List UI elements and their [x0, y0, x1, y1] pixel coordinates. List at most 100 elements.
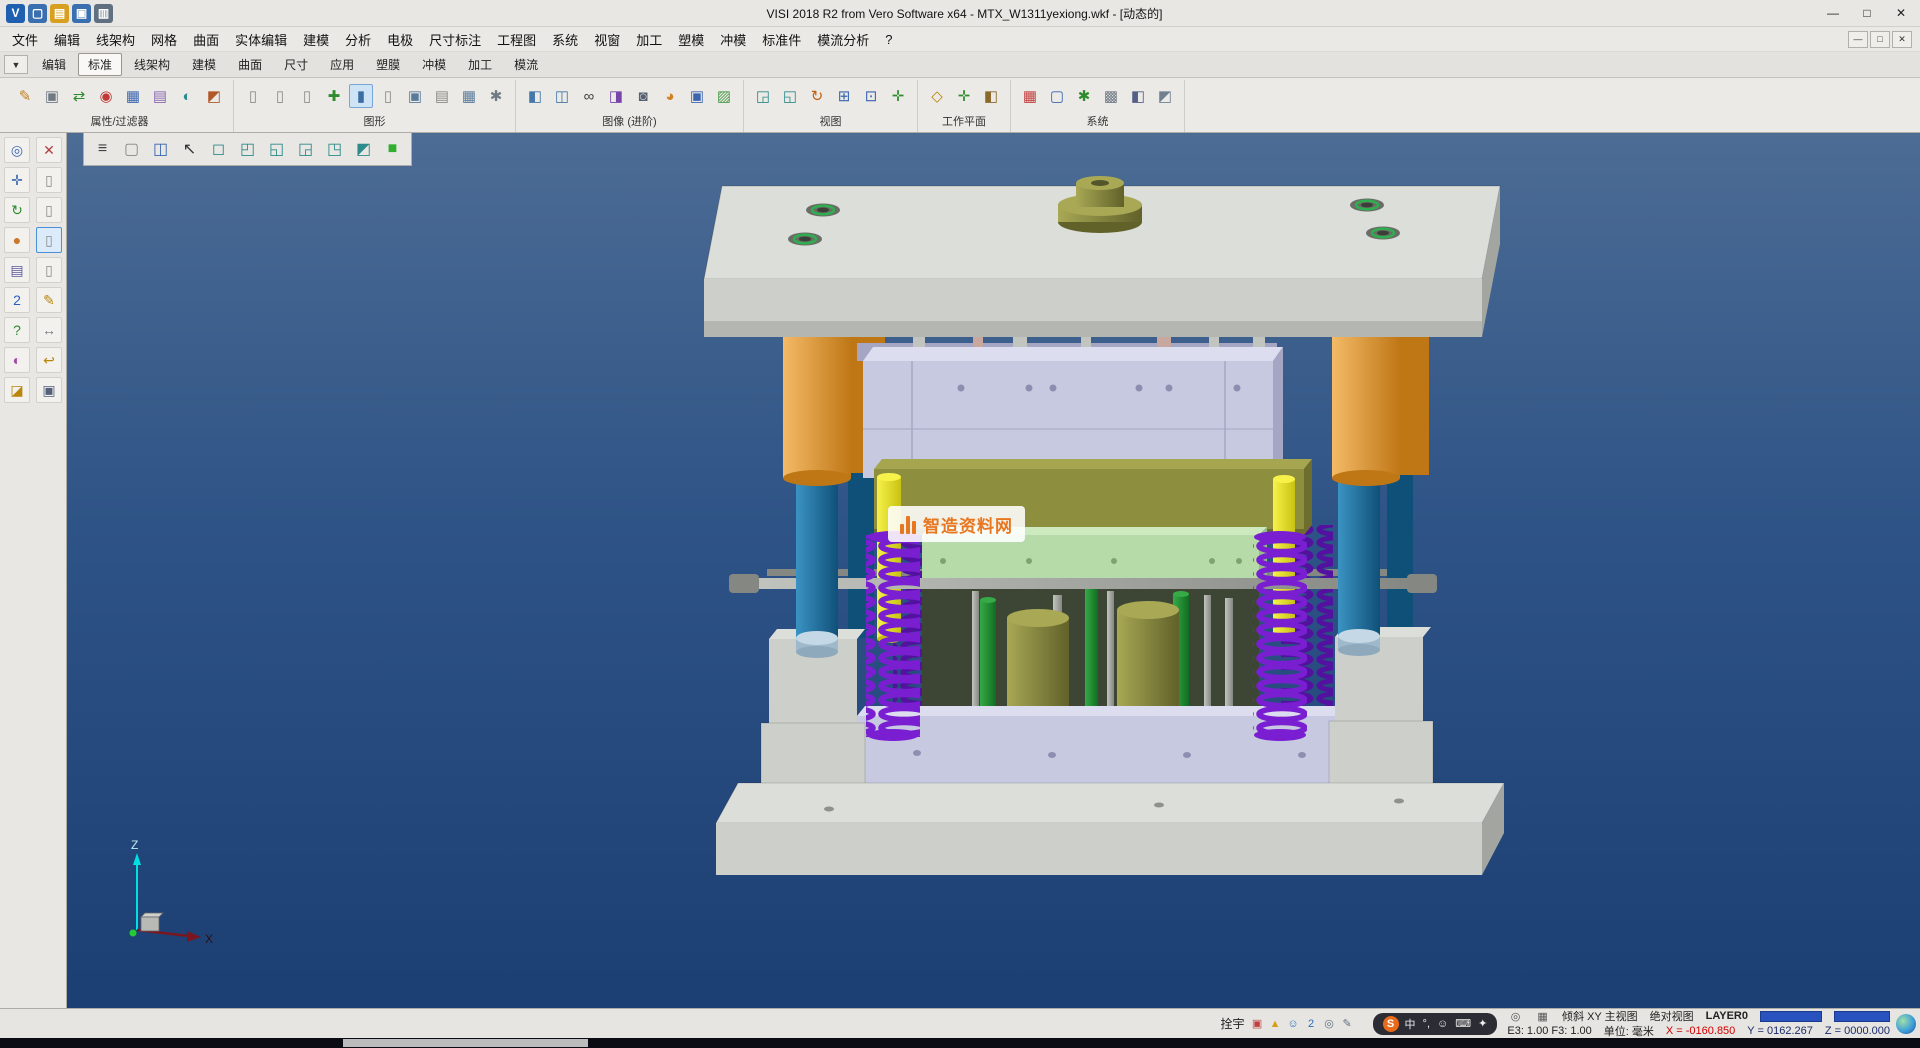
toolbar-dropdown-button[interactable]: ▼ [4, 55, 28, 74]
pencil-tool-icon[interactable]: ✎ [36, 287, 62, 313]
ime-skin-icon[interactable]: ▲ [1268, 1016, 1283, 1031]
undo-tool-icon[interactable]: ↩ [36, 347, 62, 373]
app-icon[interactable]: V [6, 4, 25, 23]
mdi-minimize-button[interactable]: — [1848, 31, 1868, 48]
ime-keyboard-icon[interactable]: ⌨ [1455, 1017, 1471, 1030]
graphics-list-icon[interactable]: ▯ [241, 84, 265, 108]
ribbon-tab[interactable]: 编辑 [32, 53, 76, 76]
close-button[interactable]: ✕ [1884, 2, 1918, 24]
snapshot-icon[interactable]: ◙ [631, 84, 655, 108]
display-mode-icon[interactable]: ◧ [1126, 84, 1150, 108]
graphics-add-icon[interactable]: ✚ [322, 84, 346, 108]
graphics-group-icon[interactable]: ▣ [403, 84, 427, 108]
new-file-icon[interactable]: ▢ [28, 4, 47, 23]
section-view-icon[interactable]: ◨ [604, 84, 628, 108]
print-icon[interactable]: ▥ [94, 4, 113, 23]
workplane-view-icon[interactable]: ◧ [979, 84, 1003, 108]
help-tool-icon[interactable]: ? [4, 317, 30, 343]
view-front-icon[interactable]: ◱ [778, 84, 802, 108]
ribbon-tab[interactable]: 尺寸 [274, 53, 318, 76]
ime-smiley-icon[interactable]: ☺ [1286, 1016, 1301, 1031]
graphics-cylinder-icon[interactable]: ▯ [268, 84, 292, 108]
zoom-fit-icon[interactable]: ⊞ [832, 84, 856, 108]
ribbon-tab[interactable]: 标准 [78, 53, 122, 76]
system-settings-icon[interactable]: ✱ [1072, 84, 1096, 108]
filter-color-icon[interactable]: ◩ [202, 84, 226, 108]
filter-elements-icon[interactable]: ◉ [94, 84, 118, 108]
export-tool-icon[interactable]: ◪ [4, 377, 30, 403]
edit-attributes-icon[interactable]: ✎ [13, 84, 37, 108]
shade-tool-icon[interactable]: ● [4, 227, 30, 253]
filter-table-icon[interactable]: ▦ [121, 84, 145, 108]
cube-section-icon[interactable]: ◩ [350, 136, 377, 162]
menu-item[interactable]: 工程图 [489, 27, 544, 52]
wireframe-icon[interactable]: ◫ [550, 84, 574, 108]
view-mode-label[interactable]: 倾斜 XY 主视图 [1562, 1008, 1638, 1024]
ime-pen-icon[interactable]: ✎ [1340, 1016, 1355, 1031]
stereo-glasses-icon[interactable]: ∞ [577, 84, 601, 108]
cut-tool-icon[interactable]: ✕ [36, 137, 62, 163]
graphics-box-icon[interactable]: ▯ [376, 84, 400, 108]
view-orbit-icon[interactable]: ◎ [1508, 1009, 1523, 1024]
save-tool-icon[interactable]: ▣ [36, 377, 62, 403]
copy-attributes-icon[interactable]: ▣ [40, 84, 64, 108]
graphics-visible-icon[interactable]: ▮ [349, 84, 373, 108]
viewport-grid-icon[interactable]: ◫ [147, 136, 174, 162]
layer-color-bar[interactable] [1760, 1011, 1822, 1022]
menu-item[interactable]: 塑模 [670, 27, 712, 52]
cube-solid-icon[interactable]: ■ [379, 136, 406, 162]
globe-icon[interactable] [1896, 1014, 1916, 1034]
ribbon-tab[interactable]: 冲模 [412, 53, 456, 76]
menu-item[interactable]: ? [877, 29, 900, 50]
color-palette-icon[interactable]: ▦ [1018, 84, 1042, 108]
menu-item[interactable]: 视窗 [586, 27, 628, 52]
viewport-menu-icon[interactable]: ≡ [89, 136, 116, 162]
orbit-tool-icon[interactable]: ↻ [4, 197, 30, 223]
ribbon-tab[interactable]: 应用 [320, 53, 364, 76]
monitor-icon[interactable]: ▢ [1045, 84, 1069, 108]
ime-count-badge[interactable]: 2 [1304, 1016, 1319, 1031]
menu-item[interactable]: 实体编辑 [227, 27, 295, 52]
ribbon-tab[interactable]: 曲面 [228, 53, 272, 76]
taskbar-window-button[interactable] [343, 1039, 588, 1047]
ime-lang-toggle[interactable]: 中 [1405, 1016, 1416, 1032]
cube-shaded-icon[interactable]: ◱ [263, 136, 290, 162]
ribbon-tab[interactable]: 塑膜 [366, 53, 410, 76]
graphics-tools-icon[interactable]: ✱ [484, 84, 508, 108]
ime-emoji-icon[interactable]: ☺ [1437, 1018, 1448, 1030]
graphics-store-icon[interactable]: ▯ [295, 84, 319, 108]
clipboard-slot-1-icon[interactable]: ▯ [36, 167, 62, 193]
active-layer-label[interactable]: LAYER0 [1706, 1010, 1748, 1022]
3d-viewport[interactable]: ≡▢◫↖◻◰◱◲◳◩■ 智造资料网 Z [67, 133, 1920, 1008]
filter-layer-icon[interactable]: ▤ [148, 84, 172, 108]
texture-icon[interactable]: ▨ [712, 84, 736, 108]
dimension-2-tool-icon[interactable]: 2 [4, 287, 30, 313]
menu-item[interactable]: 文件 [4, 27, 46, 52]
maximize-button[interactable]: □ [1850, 2, 1884, 24]
zoom-window-icon[interactable]: ⊡ [859, 84, 883, 108]
workplane-align-icon[interactable]: ✛ [952, 84, 976, 108]
graphics-stack-icon[interactable]: ▤ [430, 84, 454, 108]
menu-item[interactable]: 尺寸标注 [421, 27, 489, 52]
ime-toolbox-icon[interactable]: ✦ [1478, 1017, 1487, 1030]
graphics-cells-icon[interactable]: ▦ [457, 84, 481, 108]
cube-transparent-icon[interactable]: ◳ [321, 136, 348, 162]
clipboard-slot-3-icon[interactable]: ▯ [36, 227, 62, 253]
clipboard-slot-2-icon[interactable]: ▯ [36, 197, 62, 223]
menu-item[interactable]: 曲面 [185, 27, 227, 52]
menu-item[interactable]: 线架构 [88, 27, 143, 52]
clipboard-slot-4-icon[interactable]: ▯ [36, 257, 62, 283]
menu-item[interactable]: 冲模 [712, 27, 754, 52]
view-reference-label[interactable]: 绝对视图 [1650, 1008, 1694, 1024]
menu-item[interactable]: 标准件 [754, 27, 809, 52]
view-dynamic-icon[interactable]: ↻ [805, 84, 829, 108]
menu-item[interactable]: 模流分析 [809, 27, 877, 52]
menu-item[interactable]: 分析 [337, 27, 379, 52]
open-folder-icon[interactable]: ▤ [50, 4, 69, 23]
cube-hidden-line-icon[interactable]: ◰ [234, 136, 261, 162]
minimize-button[interactable]: — [1816, 2, 1850, 24]
ribbon-tab[interactable]: 模流 [504, 53, 548, 76]
save-icon[interactable]: ▣ [72, 4, 91, 23]
mdi-close-button[interactable]: ✕ [1892, 31, 1912, 48]
filter-type-icon[interactable]: ◐ [175, 84, 199, 108]
